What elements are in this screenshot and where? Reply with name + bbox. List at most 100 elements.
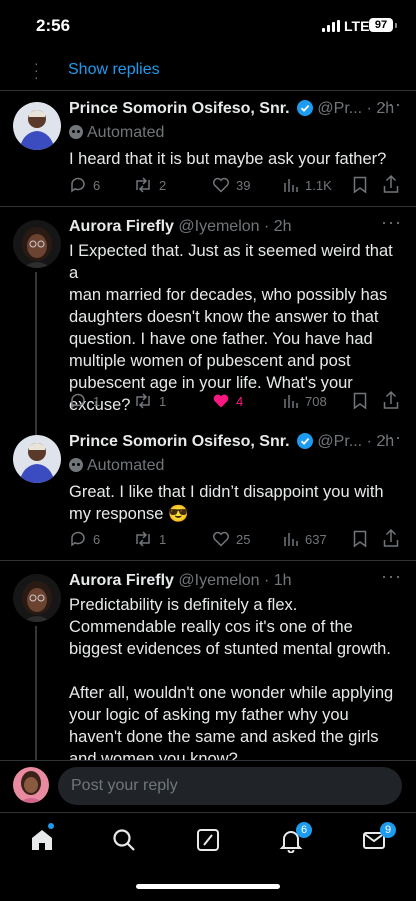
repost-icon [136, 531, 150, 547]
like-count: 39 [236, 177, 251, 193]
tweet-line: question. I have one father. You have ha… [69, 330, 373, 348]
author-handle[interactable]: @Pr... [317, 100, 362, 117]
like-button[interactable]: 25 [212, 528, 250, 550]
tweet-line: multiple women of pubescent and post [69, 352, 351, 370]
reply-placeholder: Post your reply [71, 777, 178, 794]
tweet-line: Great. I like that I didn’t disappoint y… [69, 483, 384, 501]
share-icon[interactable] [383, 390, 399, 410]
divider [0, 206, 416, 207]
share-icon[interactable] [383, 174, 399, 194]
avatar[interactable] [13, 574, 61, 622]
tweet-header: Aurora Firefly @Iyemelon · 2h [69, 218, 399, 240]
tweet-line: my response 😎 [69, 505, 189, 523]
reply-count: 1 [93, 393, 101, 409]
like-button[interactable]: 39 [212, 174, 250, 196]
tweet-line: I Expected that. Just as it seemed weird… [69, 242, 393, 282]
repost-count: 1 [159, 393, 167, 409]
thread-dots-icon: · · · [34, 55, 39, 85]
heart-icon [213, 531, 229, 547]
reply-count: 6 [93, 177, 101, 193]
tweet-time[interactable]: 1h [274, 572, 292, 589]
tweet-time[interactable]: 2h [274, 218, 292, 235]
tweet-header: Prince Somorin Osifeso, Snr. @Pr... · 2h [69, 433, 399, 455]
reply-input[interactable]: Post your reply [58, 767, 402, 805]
reply-button[interactable]: 6 [69, 528, 100, 550]
home-unread-dot [48, 823, 54, 829]
views-icon [284, 533, 298, 546]
tweet-line: your logic of asking my father why you [69, 706, 349, 724]
tweet-text: Predictability is definitely a flex. Com… [69, 594, 399, 770]
grok-icon[interactable] [195, 827, 221, 853]
reply-icon [71, 393, 85, 409]
author-handle[interactable]: @Pr... [317, 433, 362, 450]
separator: · [362, 100, 377, 117]
verified-badge-icon [296, 433, 313, 449]
tweet-line: haven't done the same and asked the girl… [69, 728, 379, 746]
tweet-line: I heard that it is but maybe ask your fa… [69, 150, 387, 168]
like-count: 4 [236, 393, 244, 409]
signal-icon [322, 20, 340, 32]
tweet-line: After all, wouldn't one wonder while app… [69, 684, 394, 702]
avatar[interactable] [13, 102, 61, 150]
tweet-line: Predictability is definitely a flex. [69, 596, 298, 614]
reply-button[interactable]: 1 [69, 390, 100, 412]
bookmark-icon[interactable] [353, 530, 367, 548]
heart-filled-icon [213, 394, 229, 408]
more-options-icon[interactable]: ··· [381, 566, 402, 587]
repost-button[interactable]: 1 [133, 390, 166, 412]
author-handle[interactable]: @Iyemelon [178, 218, 259, 235]
my-avatar[interactable] [13, 767, 49, 803]
like-button[interactable]: 4 [212, 390, 243, 412]
automated-text: Automated [87, 457, 165, 474]
author-name[interactable]: Prince Somorin Osifeso, Snr. [69, 100, 290, 117]
avatar[interactable] [13, 220, 61, 268]
home-icon[interactable] [29, 827, 55, 853]
show-replies-link[interactable]: Show replies [68, 61, 160, 79]
bot-icon [69, 458, 83, 472]
bookmark-icon[interactable] [353, 392, 367, 410]
action-bar: 6 2 39 1.1K [69, 174, 399, 198]
more-options-icon[interactable]: ··· [381, 427, 402, 448]
heart-icon [213, 177, 229, 193]
separator: · [259, 218, 274, 235]
more-options-icon[interactable]: ··· [381, 212, 402, 233]
reply-count: 6 [93, 531, 101, 547]
author-name[interactable]: Aurora Firefly [69, 572, 174, 589]
verified-badge-icon [296, 100, 313, 116]
views-button[interactable]: 637 [283, 528, 327, 550]
views-count: 1.1K [305, 177, 332, 193]
tweet-text: I heard that it is but maybe ask your fa… [69, 148, 399, 170]
status-bar: 2:56 LTE 97 [0, 0, 416, 50]
views-button[interactable]: 708 [283, 390, 327, 412]
author-handle[interactable]: @Iyemelon [178, 572, 259, 589]
repost-button[interactable]: 2 [133, 174, 166, 196]
author-name[interactable]: Aurora Firefly [69, 218, 174, 235]
separator: · [259, 572, 274, 589]
battery-tip [395, 23, 397, 28]
views-icon [284, 395, 298, 408]
network-type: LTE [344, 18, 370, 34]
tweet-line: biggest evidences of stunted mental grow… [69, 640, 391, 658]
more-options-icon[interactable]: ··· [381, 94, 402, 115]
home-indicator[interactable] [136, 884, 280, 889]
author-name[interactable]: Prince Somorin Osifeso, Snr. [69, 433, 290, 450]
reply-button[interactable]: 6 [69, 174, 100, 196]
repost-button[interactable]: 1 [133, 528, 166, 550]
show-replies-row[interactable]: · · · Show replies [0, 52, 416, 91]
battery-icon: 97 [369, 18, 393, 32]
search-icon[interactable] [111, 827, 137, 853]
divider [0, 560, 416, 561]
views-button[interactable]: 1.1K [283, 174, 332, 196]
bookmark-icon[interactable] [353, 176, 367, 194]
like-count: 25 [236, 531, 251, 547]
reply-icon [71, 531, 85, 547]
tweet-line: daughters doesn't know the answer to tha… [69, 308, 379, 326]
avatar[interactable] [13, 435, 61, 483]
automated-label: Automated [69, 457, 164, 475]
thread-line [35, 272, 37, 458]
views-icon [284, 179, 298, 192]
separator: · [362, 433, 377, 450]
notifications-badge: 6 [296, 822, 312, 838]
share-icon[interactable] [383, 528, 399, 548]
reply-icon [71, 177, 85, 193]
